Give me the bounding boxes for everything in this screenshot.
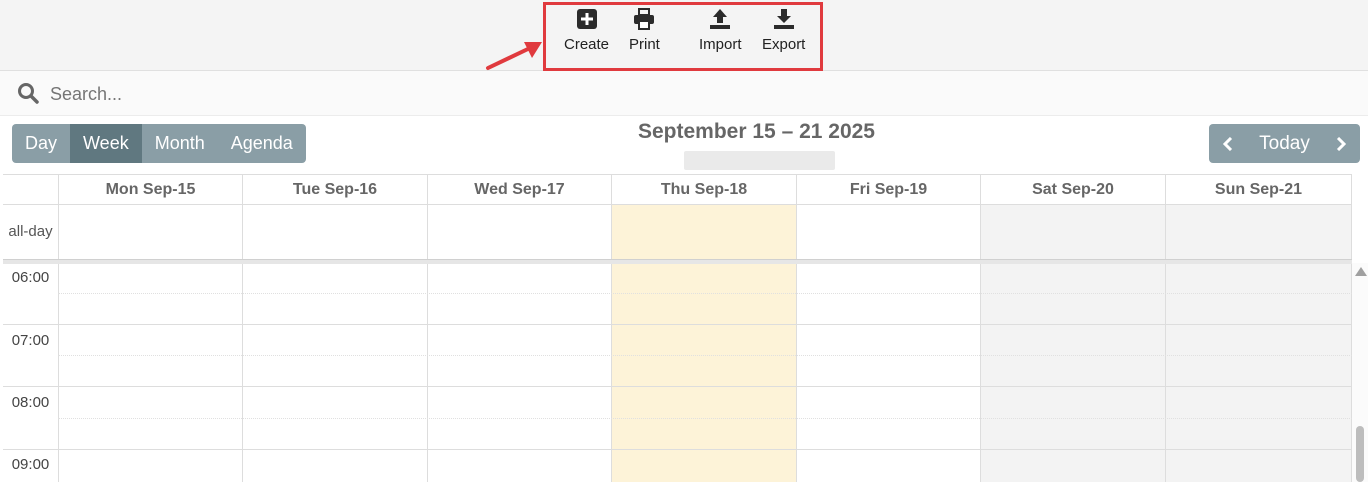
search-icon — [18, 83, 39, 104]
day-column[interactable] — [58, 205, 242, 482]
search-input[interactable] — [48, 79, 452, 109]
time-label: 09:00 — [11, 456, 50, 473]
allday-label: all-day — [8, 223, 53, 240]
day-column-weekend[interactable] — [980, 205, 1165, 482]
date-navigation: Today — [1209, 124, 1360, 163]
view-day-button[interactable]: Day — [12, 124, 71, 163]
chevron-left-icon — [1222, 136, 1233, 151]
toolbar-highlight-box — [543, 2, 823, 71]
time-label: 08:00 — [11, 394, 50, 411]
day-header: Wed Sep-17 — [427, 174, 611, 205]
blurred-subtitle — [684, 151, 835, 170]
today-button[interactable]: Today — [1247, 124, 1322, 163]
day-column[interactable] — [796, 205, 980, 482]
view-week-button[interactable]: Week — [70, 124, 142, 163]
day-header: Thu Sep-18 — [611, 174, 796, 205]
time-label: 06:00 — [11, 269, 50, 286]
half-hour-line — [58, 293, 1352, 294]
day-header: Mon Sep-15 — [58, 174, 242, 205]
scroll-thumb[interactable] — [1356, 426, 1364, 482]
annotation-arrow-icon — [486, 42, 542, 70]
day-column-weekend[interactable] — [1165, 205, 1352, 482]
day-column-today[interactable] — [611, 205, 796, 482]
time-label: 07:00 — [11, 332, 50, 349]
chevron-right-icon — [1336, 136, 1347, 151]
view-month-button[interactable]: Month — [141, 124, 218, 163]
hour-line — [3, 324, 1352, 325]
day-header: Sun Sep-21 — [1165, 174, 1352, 205]
view-agenda-button[interactable]: Agenda — [217, 124, 306, 163]
day-header: Sat Sep-20 — [980, 174, 1165, 205]
day-header: Fri Sep-19 — [796, 174, 980, 205]
next-button[interactable] — [1322, 124, 1360, 163]
day-header: Tue Sep-16 — [242, 174, 427, 205]
scroll-up-icon[interactable] — [1355, 267, 1367, 276]
vertical-scrollbar[interactable] — [1352, 263, 1368, 482]
previous-button[interactable] — [1209, 124, 1247, 163]
half-hour-line — [58, 355, 1352, 356]
calendar-title: September 15 – 21 2025 — [638, 120, 875, 143]
allday-separator — [3, 259, 1352, 264]
hour-line — [3, 449, 1352, 450]
day-column[interactable] — [427, 205, 611, 482]
search-bar — [0, 71, 1368, 116]
view-switcher: Day Week Month Agenda — [12, 124, 306, 163]
toolbar: Create Print Import Export — [0, 0, 1368, 71]
day-column[interactable] — [242, 205, 427, 482]
half-hour-line — [58, 418, 1352, 419]
hour-line — [3, 386, 1352, 387]
